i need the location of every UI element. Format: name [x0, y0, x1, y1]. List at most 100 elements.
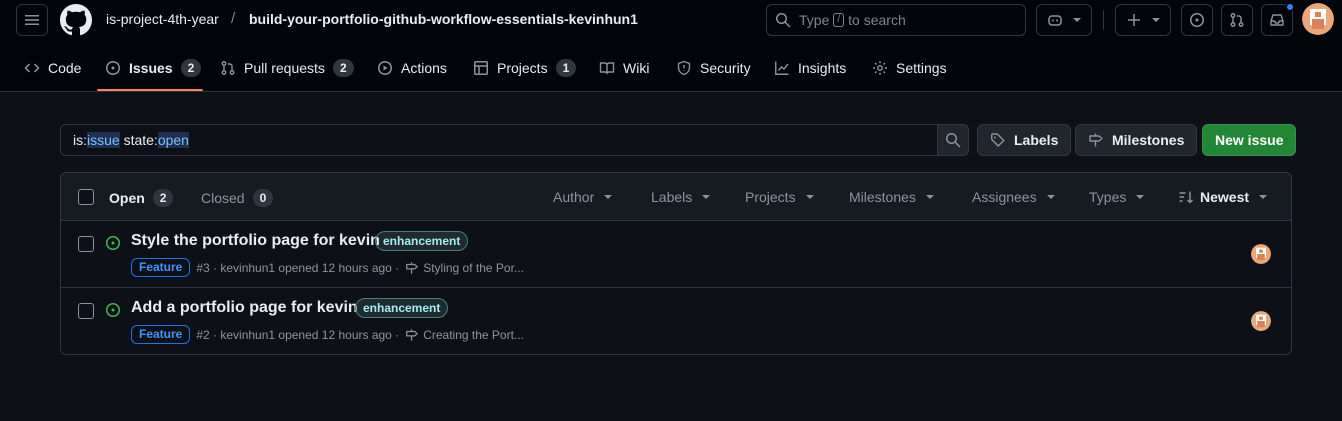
filter-value-issue: issue [87, 132, 120, 148]
tab-actions[interactable]: Actions [377, 52, 447, 84]
hamburger-icon [25, 15, 39, 25]
issue-meta: Feature #3 · kevinhun1 opened 12 hours a… [131, 258, 524, 277]
header-divider [1103, 10, 1104, 30]
tab-pull-requests[interactable]: Pull requests 2 [220, 52, 354, 84]
tab-issues-counter: 2 [180, 59, 202, 77]
filter-qualifier-state: state: [119, 132, 158, 148]
pull-request-icon [1230, 13, 1244, 27]
issue-opened-icon [106, 236, 120, 250]
tab-projects[interactable]: Projects 1 [473, 52, 577, 84]
projects-filter-label: Projects [745, 189, 796, 205]
closed-tab-label: Closed [201, 190, 245, 206]
types-filter-dropdown[interactable]: Types [1089, 189, 1145, 205]
chevron-down-icon [1073, 18, 1081, 22]
open-count: 2 [152, 189, 174, 207]
assignee-avatar[interactable] [1251, 311, 1271, 331]
tab-security-label: Security [700, 60, 751, 76]
issue-opened-icon [106, 61, 120, 75]
tab-issues[interactable]: Issues 2 [105, 52, 202, 84]
search-icon [946, 133, 961, 148]
tab-code[interactable]: Code [24, 52, 81, 84]
milestone-icon [406, 328, 419, 341]
labels-button[interactable]: Labels [977, 124, 1072, 156]
milestone-icon [406, 261, 419, 274]
chevron-down-icon [1046, 195, 1055, 199]
filter-search-button[interactable] [937, 124, 969, 156]
enhancement-label[interactable]: enhancement [375, 231, 469, 251]
assignee-avatar[interactable] [1251, 244, 1271, 264]
labels-filter-dropdown[interactable]: Labels [651, 189, 711, 205]
author-filter-dropdown[interactable]: Author [553, 189, 613, 205]
issues-list-header: Open 2 Closed 0 Author Labels Projects M… [61, 173, 1291, 221]
milestones-button-label: Milestones [1112, 132, 1185, 148]
milestones-button[interactable]: Milestones [1075, 124, 1198, 156]
issue-type-badge[interactable]: Feature [131, 258, 191, 277]
milestones-filter-dropdown[interactable]: Milestones [849, 189, 934, 205]
notification-indicator [1286, 3, 1294, 11]
new-issue-button[interactable]: New issue [1202, 124, 1297, 156]
labels-button-label: Labels [1014, 132, 1059, 148]
issue-meta-text: #2 · kevinhun1 opened 12 hours ago · [196, 327, 400, 342]
select-all-checkbox[interactable] [78, 189, 94, 205]
assignees-filter-label: Assignees [972, 189, 1037, 205]
tab-projects-counter: 1 [555, 59, 577, 77]
tab-insights-label: Insights [798, 60, 847, 76]
shield-icon [677, 60, 691, 76]
issue-checkbox[interactable] [78, 236, 94, 252]
sort-dropdown[interactable]: Newest [1178, 189, 1268, 205]
issues-filter-input[interactable]: is: issue state: open [60, 124, 969, 156]
tab-settings[interactable]: Settings [872, 52, 947, 84]
create-new-button[interactable] [1115, 4, 1171, 36]
menu-button[interactable] [16, 4, 48, 36]
new-issue-button-label: New issue [1215, 132, 1284, 148]
copilot-button[interactable] [1036, 4, 1092, 36]
play-icon [378, 61, 392, 75]
issue-checkbox[interactable] [78, 303, 94, 319]
tab-wiki[interactable]: Wiki [599, 52, 649, 84]
issue-milestone-link[interactable]: Styling of the Por... [423, 261, 524, 275]
search-icon [776, 13, 791, 28]
your-pull-requests-button[interactable] [1221, 4, 1253, 36]
tab-pull-requests-label: Pull requests [244, 60, 325, 76]
tab-security[interactable]: Security [676, 52, 751, 84]
tab-insights[interactable]: Insights [774, 52, 846, 84]
breadcrumb-repo[interactable]: build-your-portfolio-github-workflow-ess… [249, 11, 638, 27]
global-search-input[interactable]: Type / to search [766, 4, 1026, 36]
tab-projects-label: Projects [497, 60, 548, 76]
projects-filter-dropdown[interactable]: Projects [745, 189, 814, 205]
issue-type-badge[interactable]: Feature [131, 325, 191, 344]
breadcrumb-separator: / [231, 10, 236, 27]
labels-filter-label: Labels [651, 189, 693, 205]
open-issues-tab[interactable]: Open 2 [109, 189, 174, 207]
assignees-filter-dropdown[interactable]: Assignees [972, 189, 1055, 205]
issue-milestone-link[interactable]: Creating the Port... [423, 328, 524, 342]
tab-actions-label: Actions [401, 60, 447, 76]
chevron-down-icon [604, 195, 613, 199]
tab-code-label: Code [48, 60, 82, 76]
issue-row[interactable]: Style the portfolio page for kevin enhan… [61, 221, 1291, 288]
breadcrumb-owner[interactable]: is-project-4th-year [106, 11, 219, 27]
github-logo-icon[interactable] [60, 4, 92, 36]
chevron-down-icon [1152, 18, 1160, 22]
graph-icon [775, 61, 789, 75]
closed-count: 0 [252, 189, 274, 207]
pull-request-icon [221, 61, 235, 75]
your-issues-button[interactable] [1181, 4, 1213, 36]
user-avatar[interactable] [1302, 3, 1334, 35]
closed-issues-tab[interactable]: Closed 0 [201, 189, 274, 207]
code-icon [24, 63, 40, 73]
chevron-down-icon [702, 195, 711, 199]
types-filter-label: Types [1089, 189, 1127, 205]
tag-icon [991, 133, 1005, 147]
global-header: is-project-4th-year / build-your-portfol… [0, 0, 1342, 92]
enhancement-label[interactable]: enhancement [355, 298, 449, 318]
issues-list: Open 2 Closed 0 Author Labels Projects M… [60, 172, 1292, 355]
tab-wiki-label: Wiki [623, 60, 650, 76]
issue-meta-text: #3 · kevinhun1 opened 12 hours ago · [196, 260, 400, 275]
sort-label: Newest [1200, 189, 1250, 205]
issue-row[interactable]: Add a portfolio page for kevin enhanceme… [61, 288, 1291, 354]
sort-desc-icon [1179, 191, 1193, 204]
issue-title-link[interactable]: Style the portfolio page for kevin [131, 232, 380, 250]
chevron-down-icon [1259, 195, 1268, 199]
issue-title-link[interactable]: Add a portfolio page for kevin [131, 299, 358, 317]
